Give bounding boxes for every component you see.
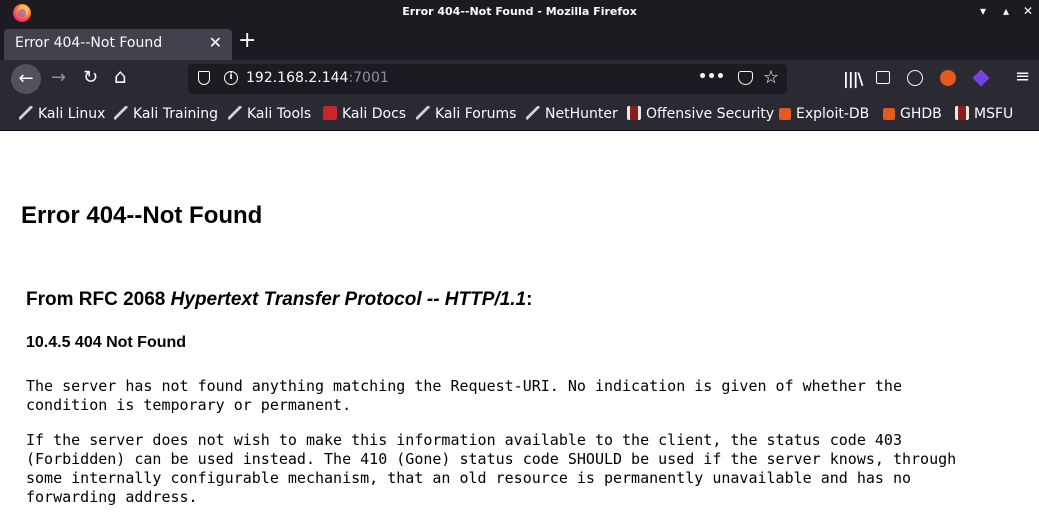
paragraph-2: If the server does not wish to make this… [26,431,957,506]
site-info-icon[interactable]: i [224,71,238,85]
library-icon[interactable]: |||\ [843,69,863,89]
page-content: Error 404--Not Found From RFC 2068 Hyper… [0,131,1039,526]
bookmark-kali-tools[interactable]: Kali Tools [228,106,311,122]
kali-icon [526,106,540,120]
new-tab-icon[interactable]: + [238,29,256,53]
exploitdb-icon [779,108,791,120]
rfc-suffix: : [526,289,533,310]
kali-icon [114,106,128,120]
extension-icon[interactable] [940,70,956,86]
tab-error-404[interactable]: Error 404--Not Found ✕ [4,29,232,60]
bookmark-kali-forums[interactable]: Kali Forums [416,106,516,122]
bookmark-ghdb[interactable]: GHDB [883,106,942,122]
rfc-reference: From RFC 2068 Hypertext Transfer Protoco… [26,289,532,311]
bookmark-label: Kali Docs [342,106,407,122]
bookmark-star-icon[interactable]: ☆ [763,67,779,88]
page-heading: Error 404--Not Found [21,202,263,229]
bookmark-nethunter[interactable]: NetHunter [526,106,618,122]
reload-icon[interactable]: ↻ [83,68,98,88]
bookmark-label: Kali Linux [38,106,106,122]
tab-close-icon[interactable]: ✕ [209,33,222,52]
rfc-title: Hypertext Transfer Protocol -- HTTP/1.1 [170,289,527,310]
back-button[interactable]: ← [11,64,41,94]
navigation-toolbar: ← → ↻ ⌂ i 192.168.2.144:7001 ••• ☆ |||\ … [0,60,1039,98]
bookmark-msfu[interactable]: MSFU [955,106,1013,122]
tab-bar: Error 404--Not Found ✕ + [0,26,1039,60]
rfc-prefix: From RFC 2068 [26,289,171,310]
maximize-icon[interactable]: ▴ [1003,4,1009,18]
bookmark-label: NetHunter [545,106,618,122]
offsec-icon [627,106,641,120]
menu-icon[interactable]: ≡ [1015,67,1030,87]
bookmark-label: Kali Tools [247,106,312,122]
bookmark-offensive-security[interactable]: Offensive Security [627,106,774,122]
bookmark-label: Kali Training [133,106,218,122]
sidebar-icon[interactable] [876,71,890,84]
window-title: Error 404--Not Found - Mozilla Firefox [402,5,637,18]
kali-icon [416,106,430,120]
url-port: :7001 [348,70,389,86]
bookmark-exploit-db[interactable]: Exploit-DB [779,106,869,122]
section-heading: 10.4.5 404 Not Found [26,334,187,351]
forward-icon[interactable]: → [51,68,66,88]
url-host: 192.168.2.144 [246,70,349,86]
url-bar[interactable]: i 192.168.2.144:7001 ••• ☆ [188,64,787,94]
kali-icon [228,106,242,120]
extension-icon-2[interactable] [972,69,990,87]
tab-label: Error 404--Not Found [15,35,163,51]
bookmark-label: Kali Forums [435,106,517,122]
bookmark-kali-linux[interactable]: Kali Linux [19,106,105,122]
paragraph-1: The server has not found anything matchi… [26,377,902,414]
close-window-icon[interactable]: ✕ [1023,4,1033,18]
pocket-icon[interactable] [738,71,753,85]
red-doc-icon [323,106,337,120]
offsec-icon [955,106,969,120]
bookmarks-toolbar: Kali Linux Kali Training Kali Tools Kali… [0,98,1039,131]
kali-icon [19,106,33,120]
window-titlebar: Error 404--Not Found - Mozilla Firefox ▾… [0,0,1039,26]
home-icon[interactable]: ⌂ [114,66,127,86]
exploitdb-icon [883,108,895,120]
account-icon[interactable] [907,70,923,86]
bookmark-label: Offensive Security [646,106,775,122]
page-actions-more-icon[interactable]: ••• [698,69,725,85]
minimize-icon[interactable]: ▾ [980,4,986,18]
url-text[interactable]: 192.168.2.144:7001 [246,70,389,86]
bookmark-kali-docs[interactable]: Kali Docs [323,106,406,122]
bookmark-label: MSFU [974,106,1014,122]
bookmark-label: GHDB [900,106,942,122]
bookmark-label: Exploit-DB [796,106,870,122]
bookmark-kali-training[interactable]: Kali Training [114,106,218,122]
tracking-protection-shield-icon[interactable] [198,71,210,85]
